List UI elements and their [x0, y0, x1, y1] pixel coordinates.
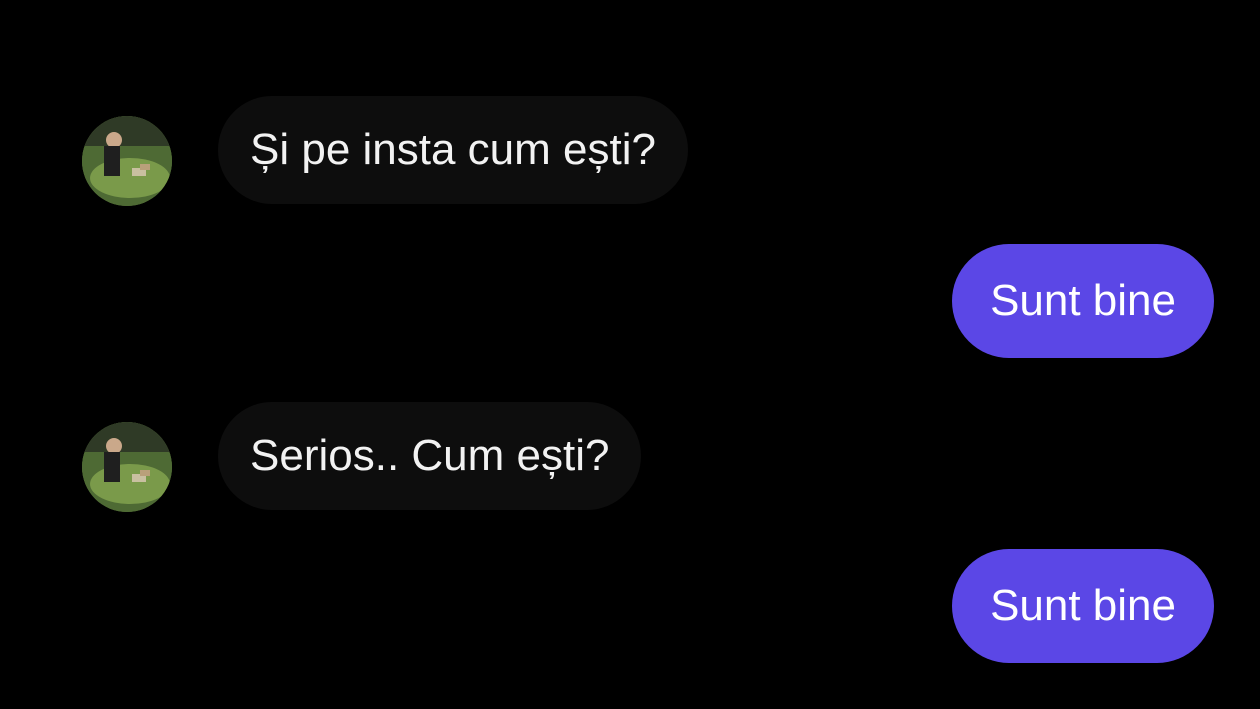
chat-thread: Și pe insta cum ești? Sunt bine Serios..… [0, 0, 1260, 709]
incoming-message-bubble[interactable]: Și pe insta cum ești? [218, 96, 688, 204]
message-row-outgoing: Sunt bine [0, 549, 1260, 663]
outgoing-message-bubble[interactable]: Sunt bine [952, 549, 1214, 663]
profile-photo-icon [82, 422, 172, 512]
message-row-outgoing: Sunt bine [0, 244, 1260, 358]
contact-avatar-icon[interactable] [82, 422, 172, 512]
incoming-message-bubble[interactable]: Serios.. Cum ești? [218, 402, 642, 510]
profile-photo-icon [82, 116, 172, 206]
contact-avatar-icon[interactable] [82, 116, 172, 206]
message-row-incoming: Serios.. Cum ești? [0, 402, 1260, 512]
outgoing-message-bubble[interactable]: Sunt bine [952, 244, 1214, 358]
message-row-incoming: Și pe insta cum ești? [0, 96, 1260, 206]
